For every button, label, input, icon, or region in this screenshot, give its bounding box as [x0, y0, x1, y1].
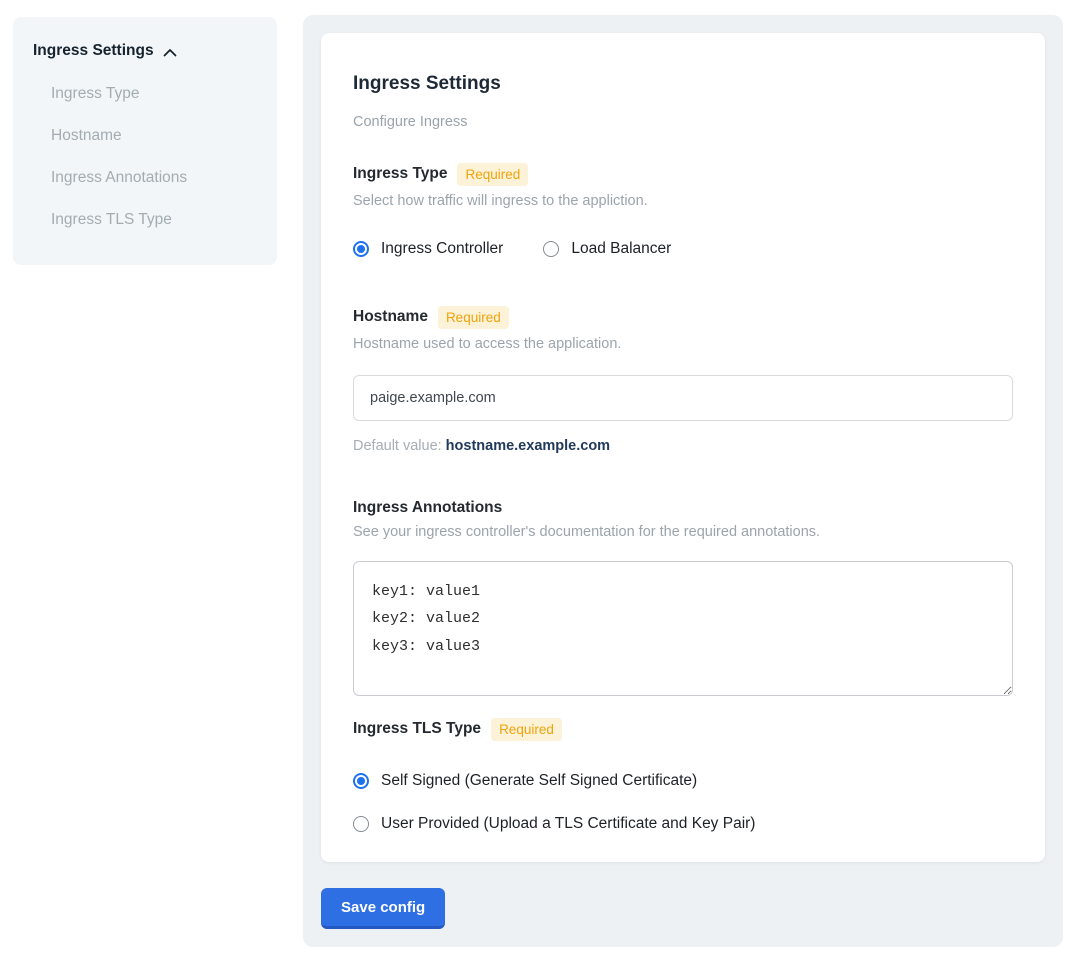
ingress-annotations-label: Ingress Annotations	[353, 499, 502, 517]
sidebar-group-label: Ingress Settings	[33, 42, 154, 60]
sidebar-item-ingress-type[interactable]: Ingress Type	[51, 86, 257, 102]
section-ingress-tls-type: Ingress TLS Type Required Self Signed (G…	[353, 718, 1013, 833]
sidebar-item-ingress-annotations[interactable]: Ingress Annotations	[51, 170, 257, 186]
required-badge: Required	[438, 306, 509, 329]
radio-unselected-icon[interactable]	[353, 816, 369, 832]
default-value-text: hostname.example.com	[446, 438, 610, 454]
radio-selected-icon[interactable]	[353, 773, 369, 789]
hostname-label: Hostname	[353, 308, 428, 326]
radio-label: User Provided (Upload a TLS Certificate …	[381, 815, 755, 833]
hostname-input[interactable]	[353, 375, 1013, 421]
hostname-default-line: Default value:hostname.example.com	[353, 438, 1013, 454]
page-title: Ingress Settings	[353, 73, 1013, 95]
radio-label: Self Signed (Generate Self Signed Certif…	[381, 772, 697, 790]
radio-option-load-balancer[interactable]: Load Balancer	[543, 240, 671, 258]
radio-label: Ingress Controller	[381, 240, 503, 258]
ingress-annotations-description: See your ingress controller's documentat…	[353, 524, 1013, 541]
page-subtitle: Configure Ingress	[353, 114, 1013, 130]
ingress-tls-type-label: Ingress TLS Type	[353, 720, 481, 738]
radio-selected-icon[interactable]	[353, 241, 369, 257]
sidebar-item-hostname[interactable]: Hostname	[51, 128, 257, 144]
hostname-description: Hostname used to access the application.	[353, 336, 1013, 353]
chevron-up-icon	[163, 48, 177, 57]
section-hostname: Hostname Required Hostname used to acces…	[353, 306, 1013, 454]
ingress-type-description: Select how traffic will ingress to the a…	[353, 193, 1013, 210]
save-config-button[interactable]: Save config	[321, 888, 445, 929]
ingress-type-label: Ingress Type	[353, 165, 447, 183]
sidebar-item-ingress-tls-type[interactable]: Ingress TLS Type	[51, 212, 257, 228]
required-badge: Required	[457, 163, 528, 186]
radio-option-ingress-controller[interactable]: Ingress Controller	[353, 240, 503, 258]
settings-sidebar: Ingress Settings Ingress Type Hostname I…	[13, 17, 277, 265]
radio-unselected-icon[interactable]	[543, 241, 559, 257]
save-row: Save config	[321, 888, 1045, 929]
ingress-annotations-textarea[interactable]: key1: value1 key2: value2 key3: value3	[353, 561, 1013, 696]
page: Ingress Settings Ingress Type Hostname I…	[0, 0, 1090, 969]
ingress-settings-card: Ingress Settings Configure Ingress Ingre…	[321, 33, 1045, 862]
radio-option-user-provided[interactable]: User Provided (Upload a TLS Certificate …	[353, 815, 1013, 833]
required-badge: Required	[491, 718, 562, 741]
section-ingress-type: Ingress Type Required Select how traffic…	[353, 163, 1013, 258]
section-ingress-annotations: Ingress Annotations See your ingress con…	[353, 499, 1013, 696]
radio-label: Load Balancer	[571, 240, 671, 258]
ingress-type-radio-group: Ingress Controller Load Balancer	[353, 240, 1013, 258]
sidebar-item-list: Ingress Type Hostname Ingress Annotation…	[33, 86, 257, 228]
radio-option-self-signed[interactable]: Self Signed (Generate Self Signed Certif…	[353, 772, 1013, 790]
default-value-prefix: Default value:	[353, 438, 442, 454]
sidebar-group-ingress-settings[interactable]: Ingress Settings	[33, 42, 257, 60]
main-panel: Ingress Settings Configure Ingress Ingre…	[303, 15, 1063, 947]
